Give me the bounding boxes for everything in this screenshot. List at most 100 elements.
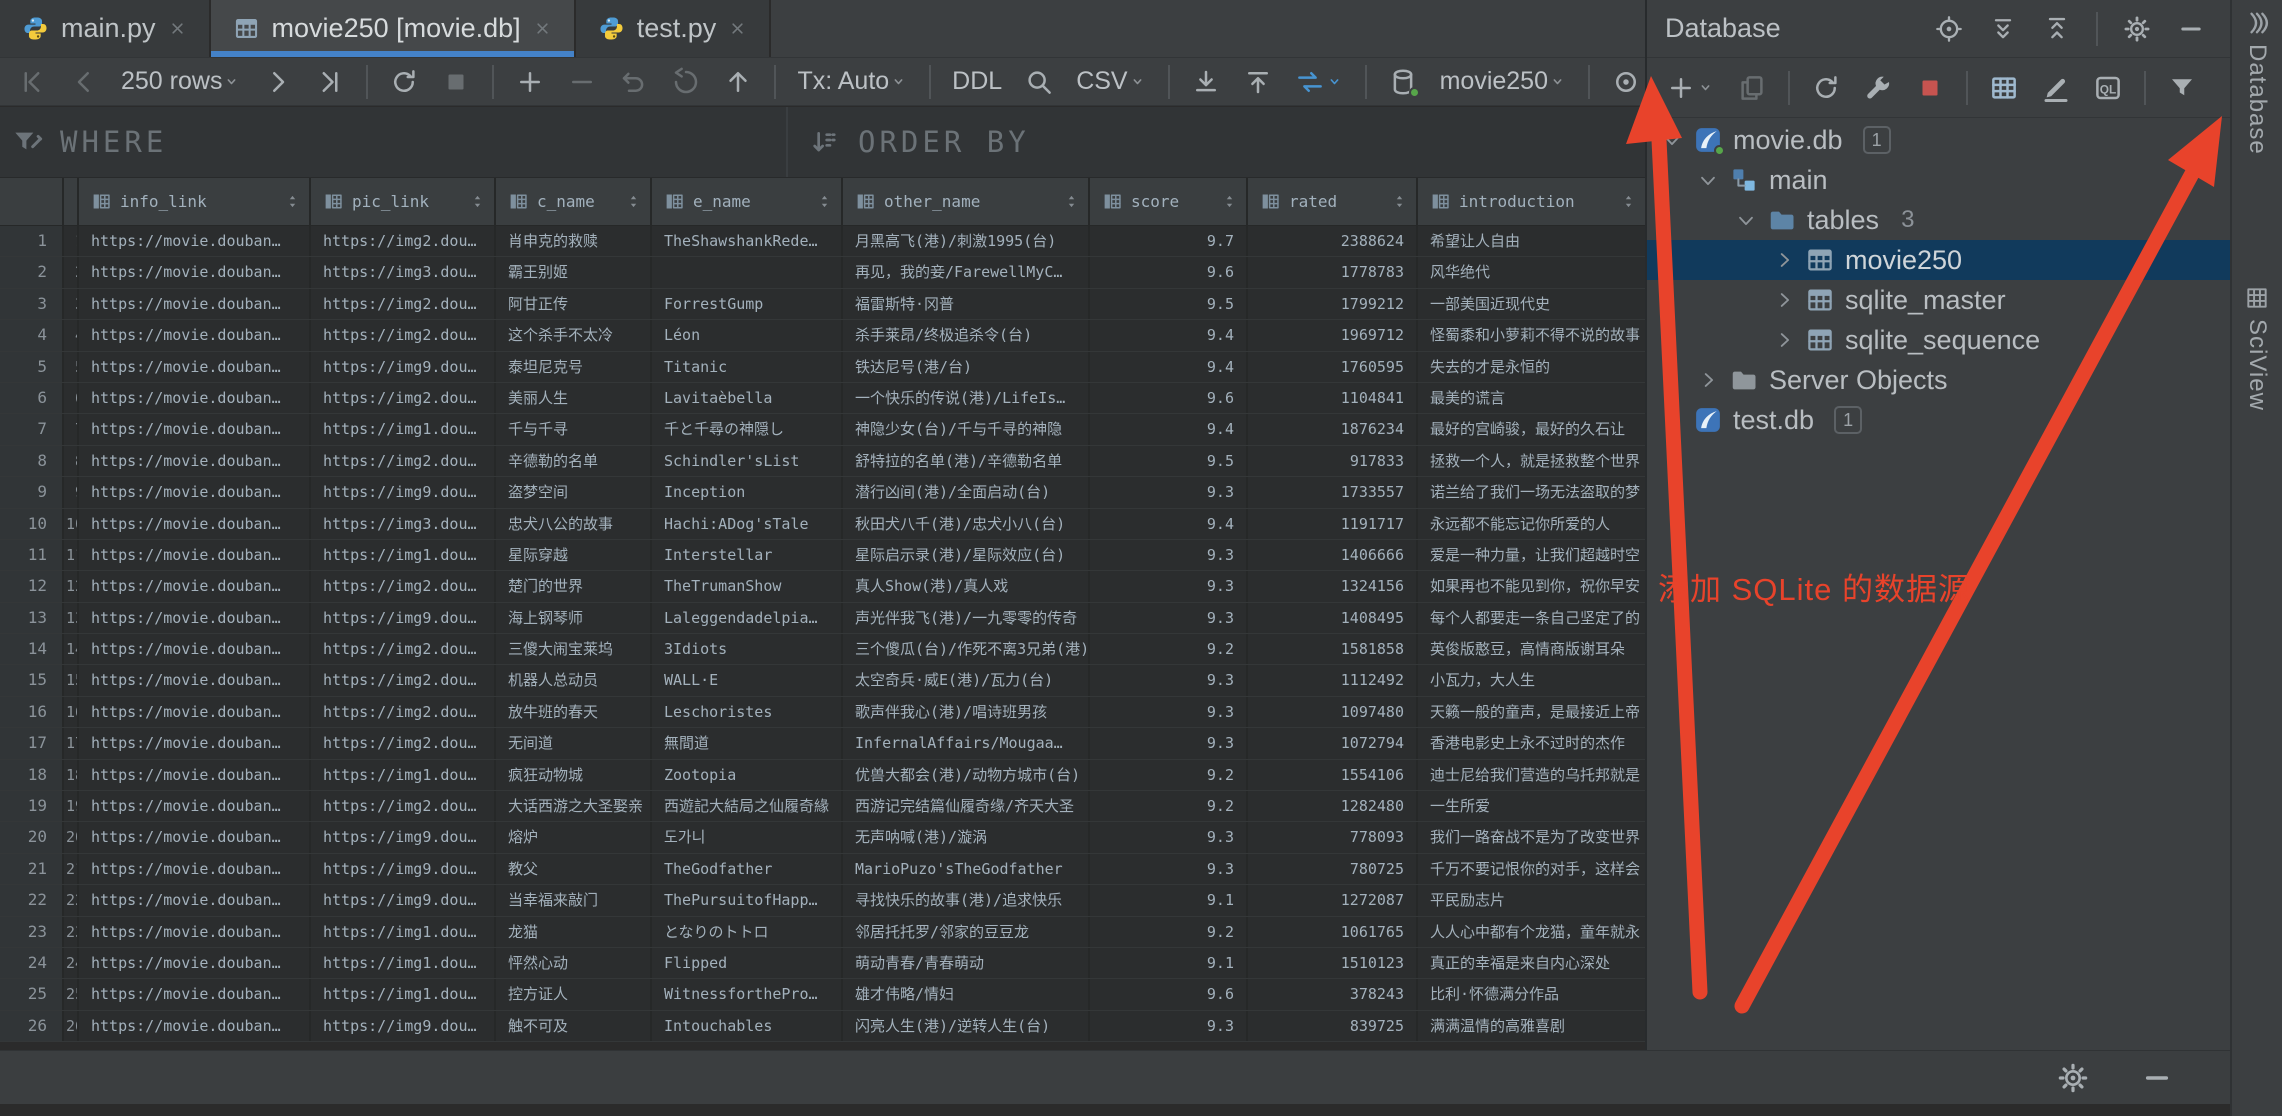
cell-other_name[interactable]: 福雷斯特·冈普 — [843, 289, 1090, 319]
column-header-introduction[interactable]: introduction — [1418, 178, 1645, 225]
cell-e_name[interactable]: 千と千尋の神隠し — [652, 414, 843, 444]
chevron-down-icon[interactable] — [1697, 169, 1719, 191]
cell-e_name[interactable]: ThePursuitofHapp… — [652, 885, 843, 915]
cell-introduction[interactable]: 满满温情的高雅喜剧 — [1418, 1011, 1645, 1041]
cell-other_name[interactable]: 寻找快乐的故事(港)/追求快乐 — [843, 885, 1090, 915]
tree-item-movie250[interactable]: movie250 — [1647, 240, 2230, 280]
cell-introduction[interactable]: 一生所爱 — [1418, 791, 1645, 821]
cell-score[interactable]: 9.3 — [1090, 603, 1248, 633]
cell-other_name[interactable]: 真人Show(港)/真人戏 — [843, 571, 1090, 601]
sort-icon[interactable] — [1391, 193, 1408, 210]
cell-score[interactable]: 9.2 — [1090, 917, 1248, 947]
cell-other_name[interactable]: 雄才伟略/情妇 — [843, 979, 1090, 1009]
cell-score[interactable]: 9.4 — [1090, 509, 1248, 539]
cell-e_name[interactable]: TheShawshankRede… — [652, 226, 843, 256]
cell-introduction[interactable]: 天籁一般的童声，是最接近上帝 — [1418, 697, 1645, 727]
clipped-id-cell[interactable]: 7 — [64, 414, 79, 444]
cell-c_name[interactable]: 当幸福来敲门 — [496, 885, 652, 915]
chevron-right-icon[interactable] — [1773, 329, 1795, 351]
locate-button[interactable] — [1924, 9, 1974, 49]
revert-button[interactable] — [660, 62, 712, 102]
delete-row-button[interactable] — [556, 62, 608, 102]
clipped-id-cell[interactable]: 25 — [64, 979, 79, 1009]
clipped-id-cell[interactable]: 26 — [64, 1011, 79, 1041]
cell-pic_link[interactable]: https://img2.dou… — [311, 383, 496, 413]
cell-pic_link[interactable]: https://img2.dou… — [311, 697, 496, 727]
row-number[interactable]: 3 — [0, 289, 64, 319]
cell-e_name[interactable]: Inception — [652, 477, 843, 507]
cell-pic_link[interactable]: https://img1.dou… — [311, 414, 496, 444]
cell-e_name[interactable]: 西遊記大結局之仙履奇緣 — [652, 791, 843, 821]
cell-score[interactable]: 9.6 — [1090, 979, 1248, 1009]
cell-rated[interactable]: 1112492 — [1248, 665, 1418, 695]
close-icon[interactable] — [728, 19, 747, 38]
cell-introduction[interactable]: 失去的才是永恒的 — [1418, 352, 1645, 382]
cell-rated[interactable]: 1324156 — [1248, 571, 1418, 601]
cell-info_link[interactable]: https://movie.douban… — [79, 540, 311, 570]
tree-item-sqlite-master[interactable]: sqlite_master — [1647, 280, 2230, 320]
cell-info_link[interactable]: https://movie.douban… — [79, 603, 311, 633]
stop-button[interactable] — [430, 62, 482, 102]
cell-e_name[interactable]: ForrestGump — [652, 289, 843, 319]
chevron-down-icon[interactable] — [1661, 129, 1683, 151]
cell-pic_link[interactable]: https://img2.dou… — [311, 665, 496, 695]
clipped-id-cell[interactable]: 3 — [64, 289, 79, 319]
chevron-left-button[interactable] — [58, 62, 110, 102]
tab-main-py[interactable]: main.py — [0, 0, 211, 57]
cell-introduction[interactable]: 永远都不能忘记你所爱的人 — [1418, 509, 1645, 539]
sort-icon[interactable] — [469, 193, 486, 210]
cell-c_name[interactable]: 触不可及 — [496, 1011, 652, 1041]
tree-item-movie-db[interactable]: movie.db1 — [1647, 120, 2230, 160]
cell-score[interactable]: 9.7 — [1090, 226, 1248, 256]
cell-info_link[interactable]: https://movie.douban… — [79, 320, 311, 350]
chevron-right-icon[interactable] — [1773, 249, 1795, 271]
last-page-button[interactable] — [304, 62, 356, 102]
cell-rated[interactable]: 1282480 — [1248, 791, 1418, 821]
cell-rated[interactable]: 1581858 — [1248, 634, 1418, 664]
where-filter-field[interactable]: WHERE — [0, 107, 788, 177]
row-number[interactable]: 15 — [0, 665, 64, 695]
row-number[interactable]: 8 — [0, 446, 64, 476]
clipped-id-cell[interactable]: 15 — [64, 665, 79, 695]
cell-rated[interactable]: 1554106 — [1248, 760, 1418, 790]
transaction-mode-selector[interactable]: Tx: Auto — [786, 62, 919, 102]
cell-other_name[interactable]: 铁达尼号(港/台) — [843, 352, 1090, 382]
cell-e_name[interactable]: WitnessforthePro… — [652, 979, 843, 1009]
cell-pic_link[interactable]: https://img2.dou… — [311, 226, 496, 256]
cell-rated[interactable]: 1272087 — [1248, 885, 1418, 915]
cell-info_link[interactable]: https://movie.douban… — [79, 1011, 311, 1041]
cell-info_link[interactable]: https://movie.douban… — [79, 509, 311, 539]
cell-introduction[interactable]: 最美的谎言 — [1418, 383, 1645, 413]
cell-score[interactable]: 9.4 — [1090, 414, 1248, 444]
query-console-button[interactable]: QL — [2082, 68, 2134, 108]
cell-other_name[interactable]: 神隐少女(台)/千与千寻的神隐 — [843, 414, 1090, 444]
cell-introduction[interactable]: 拯救一个人，就是拯救整个世界 — [1418, 446, 1645, 476]
chevron-right-button[interactable] — [252, 62, 304, 102]
cell-c_name[interactable]: 怦然心动 — [496, 948, 652, 978]
cell-pic_link[interactable]: https://img1.dou… — [311, 540, 496, 570]
cell-rated[interactable]: 1097480 — [1248, 697, 1418, 727]
cell-pic_link[interactable]: https://img9.dou… — [311, 822, 496, 852]
stop-red-button[interactable] — [1904, 68, 1956, 108]
cell-rated[interactable]: 1799212 — [1248, 289, 1418, 319]
cell-e_name[interactable]: TheGodfather — [652, 854, 843, 884]
cell-c_name[interactable]: 这个杀手不太冷 — [496, 320, 652, 350]
cell-introduction[interactable]: 人人心中都有个龙猫，童年就永 — [1418, 917, 1645, 947]
row-number[interactable]: 14 — [0, 634, 64, 664]
cell-score[interactable]: 9.1 — [1090, 948, 1248, 978]
cell-pic_link[interactable]: https://img2.dou… — [311, 571, 496, 601]
cell-pic_link[interactable]: https://img3.dou… — [311, 509, 496, 539]
row-number[interactable]: 23 — [0, 917, 64, 947]
cell-score[interactable]: 9.3 — [1090, 477, 1248, 507]
cell-info_link[interactable]: https://movie.douban… — [79, 885, 311, 915]
database-cylinder-button[interactable] — [1377, 62, 1429, 102]
cell-e_name[interactable]: Titanic — [652, 352, 843, 382]
cell-other_name[interactable]: InfernalAffairs/Mougaa… — [843, 728, 1090, 758]
cell-pic_link[interactable]: https://img2.dou… — [311, 728, 496, 758]
cell-score[interactable]: 9.6 — [1090, 383, 1248, 413]
cell-other_name[interactable]: 歌声伴我心(港)/唱诗班男孩 — [843, 697, 1090, 727]
tree-item-sqlite-sequence[interactable]: sqlite_sequence — [1647, 320, 2230, 360]
expand-all-button[interactable] — [1978, 9, 2028, 49]
cell-score[interactable]: 9.3 — [1090, 697, 1248, 727]
clipped-column-header[interactable] — [64, 178, 79, 225]
